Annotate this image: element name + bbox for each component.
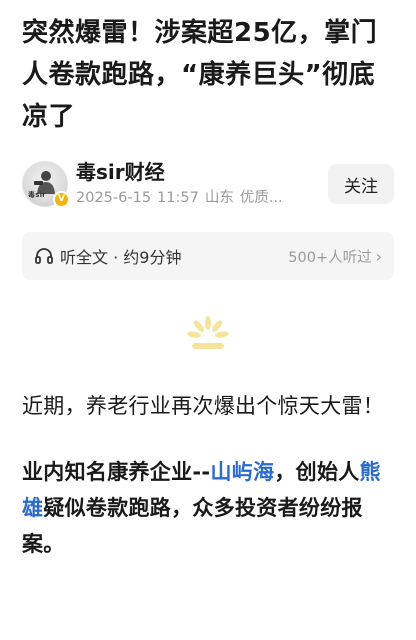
chevron-right-icon: ›: [375, 246, 382, 266]
author-name[interactable]: 毒sir财经: [76, 159, 328, 185]
author-avatar[interactable]: 毒sir V: [22, 161, 70, 208]
paragraph-1: 近期，养老行业再次爆出个惊天大雷！: [22, 394, 385, 418]
company-link[interactable]: 山屿海: [210, 460, 274, 484]
author-meta: 2025-6-15 11:57 山东 优质...: [76, 187, 328, 209]
publish-time: 11:57: [157, 190, 199, 206]
listen-label: 听全文 · 约9分钟: [60, 248, 182, 267]
verified-icon: V: [53, 191, 70, 208]
publish-location: 山东: [204, 190, 234, 206]
headphone-icon: [35, 248, 53, 264]
para2-text-2: ，创始人: [274, 460, 360, 484]
avatar-logo: 毒sir: [28, 191, 46, 199]
author-info: 毒sir财经 2025-6-15 11:57 山东 优质...: [76, 159, 328, 209]
listen-count: 500+人听过: [288, 249, 372, 266]
article-title: 突然爆雷！涉案超25亿，掌门人卷款跑路，“康养巨头”彻底凉了: [22, 18, 378, 132]
para2-text-3: 疑似卷款跑路，众多投资者纷纷报案。: [22, 496, 363, 556]
article-page: 突然爆雷！涉案超25亿，掌门人卷款跑路，“康养巨头”彻底凉了 毒sir V 毒s…: [0, 0, 416, 640]
follow-button[interactable]: 关注: [328, 164, 394, 204]
publish-date: 2025-6-15: [76, 190, 152, 206]
para2-text-1: 业内知名康养企业--: [22, 460, 211, 484]
loading-icon: [187, 316, 229, 349]
author-tag: 优质...: [239, 190, 283, 206]
paragraph-2: 业内知名康养企业--山屿海，创始人熊雄疑似卷款跑路，众多投资者纷纷报案。: [22, 454, 394, 562]
listen-bar[interactable]: 听全文 · 约9分钟 500+人听过 ›: [22, 232, 394, 280]
image-loading-placeholder: [22, 294, 394, 376]
author-row: 毒sir V 毒sir财经 2025-6-15 11:57 山东 优质... 关注: [22, 158, 394, 210]
